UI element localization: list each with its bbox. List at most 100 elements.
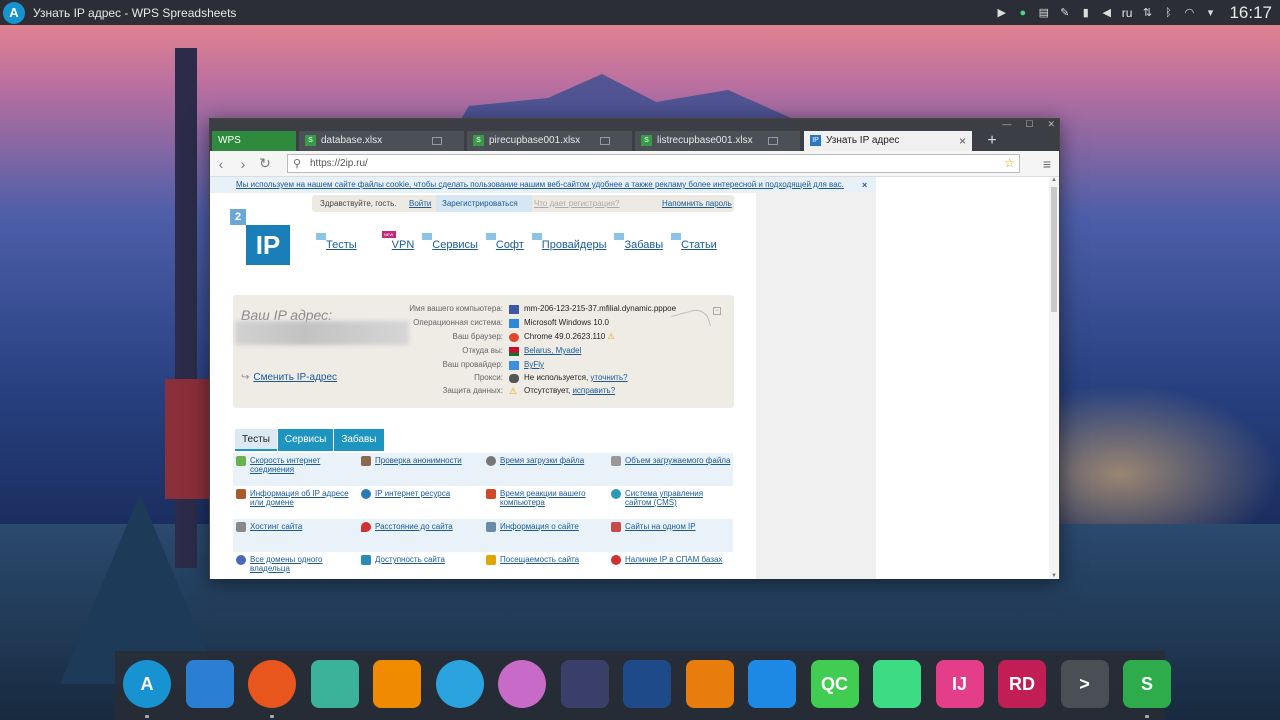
share-icon	[611, 522, 621, 532]
tool-download-time[interactable]: Время загрузки файла	[483, 453, 607, 485]
volume-icon[interactable]: ◀	[1101, 7, 1113, 19]
bookmark-star-icon[interactable]: ☆	[1004, 155, 1015, 172]
maximize-icon[interactable]: ☐	[1025, 119, 1033, 131]
vlc-icon[interactable]	[373, 660, 421, 708]
why-register-link[interactable]: Что дает регистрация?	[534, 195, 619, 212]
vscode-icon[interactable]	[748, 660, 796, 708]
tab-database[interactable]: S database.xlsx	[299, 131, 464, 151]
server-icon	[236, 522, 246, 532]
tool-site-info[interactable]: Информация о сайте	[483, 519, 607, 551]
info-row-os: Операционная система: Microsoft Windows …	[413, 318, 609, 328]
android-studio-icon[interactable]	[873, 660, 921, 708]
logo-big: IP	[246, 225, 290, 265]
monitor-icon	[600, 137, 610, 145]
tool-file-size[interactable]: Объем загружаемого файла	[608, 453, 732, 485]
address-bar[interactable]: ⚲ https://2ip.ru/ ☆	[287, 154, 1020, 173]
forward-icon[interactable]: ›	[232, 156, 254, 172]
nav-icon	[531, 233, 542, 240]
media-player-icon[interactable]: ▶	[996, 7, 1008, 19]
audio-icon[interactable]	[623, 660, 671, 708]
tool-hosting[interactable]: Хостинг сайта	[233, 519, 357, 551]
tab-2ip[interactable]: IP Узнать IP адрес ×	[804, 131, 972, 151]
tool-cms[interactable]: Система управления сайтом (CMS)	[608, 486, 732, 518]
scrollbar[interactable]: ▲ ▼	[1049, 177, 1059, 579]
tab-listrecupbase[interactable]: S listrecupbase001.xlsx	[635, 131, 800, 151]
clipboard-icon[interactable]: ▤	[1038, 7, 1050, 19]
clock[interactable]: 16:17	[1229, 3, 1272, 23]
tool-traffic[interactable]: Посещаемость сайта	[483, 552, 607, 579]
tab-services[interactable]: Сервисы	[277, 429, 334, 451]
scroll-thumb[interactable]	[1051, 187, 1057, 312]
tool-anonymity[interactable]: Проверка анонимности	[358, 453, 482, 485]
intellij-icon[interactable]: IJ	[935, 660, 984, 708]
login-link[interactable]: Войти	[409, 195, 431, 212]
arch-linux-icon[interactable]: A	[123, 660, 171, 708]
tab-wps-app[interactable]: WPS Spreadsheets	[212, 131, 296, 166]
fix-link[interactable]: исправить?	[572, 386, 615, 395]
reload-icon[interactable]: ↻	[254, 155, 276, 172]
notes-icon[interactable]: ✎	[1059, 7, 1071, 19]
qtcreator-icon[interactable]: QC	[810, 660, 859, 708]
tool-reaction-time[interactable]: Время реакции вашего компьютера	[483, 486, 607, 518]
nav-articles[interactable]: Статьи	[671, 233, 717, 255]
nav-fun[interactable]: Забавы	[614, 233, 663, 255]
ip-info-icon	[236, 489, 246, 499]
kdenlive-icon[interactable]	[560, 660, 609, 708]
close-window-icon[interactable]: ✕	[1047, 119, 1055, 131]
firefox-icon[interactable]	[248, 660, 296, 708]
battery-icon[interactable]: ▮	[1080, 7, 1092, 19]
blender-icon[interactable]	[685, 660, 734, 708]
globe-icon	[361, 489, 371, 499]
star-icon	[486, 555, 496, 565]
app-launcher-icon[interactable]: A	[3, 1, 25, 24]
minimize-icon[interactable]: —	[1002, 119, 1011, 131]
keyboard-layout[interactable]: ru	[1122, 6, 1133, 20]
nav-soft[interactable]: Софт	[485, 233, 524, 255]
network-icon[interactable]: ⇅	[1141, 7, 1153, 19]
cassette-icon[interactable]	[310, 660, 359, 708]
nav-providers[interactable]: Провайдеры	[531, 233, 606, 255]
bluetooth-icon[interactable]: ᛒ	[1162, 7, 1174, 19]
tool-same-ip[interactable]: Сайты на одном IP	[608, 519, 732, 551]
tab-fun[interactable]: Забавы	[334, 429, 384, 451]
scroll-down-icon[interactable]: ▼	[1049, 573, 1059, 579]
tool-resource-ip[interactable]: IP интернет ресурса	[358, 486, 482, 518]
sidebar-area	[756, 193, 876, 579]
cookie-close-button[interactable]: ×	[862, 177, 867, 193]
tool-availability[interactable]: Доступность сайта	[358, 552, 482, 579]
anonymity-icon	[361, 456, 371, 466]
tool-spam-check[interactable]: Наличие IP в СПАМ базах	[608, 552, 732, 579]
close-icon[interactable]: ×	[959, 131, 966, 151]
tool-speed-test[interactable]: Скорость интернет соединения	[233, 453, 357, 485]
paint-icon[interactable]	[498, 660, 546, 708]
tab-pirecupbase[interactable]: S pirecupbase001.xlsx	[467, 131, 632, 151]
tool-distance[interactable]: Расстояние до сайта	[358, 519, 482, 551]
nav-services[interactable]: Сервисы	[422, 233, 478, 255]
remind-password-link[interactable]: Напомнить пароль	[662, 195, 732, 212]
tray-expand-icon[interactable]: ▾	[1204, 7, 1216, 19]
change-ip-link[interactable]: ↪ Сменить IP-адрес	[241, 372, 337, 383]
new-tab-button[interactable]: +	[982, 131, 1002, 151]
nav-vpn[interactable]: NEW VPN	[381, 231, 414, 255]
menu-icon[interactable]: ≡	[1043, 156, 1051, 172]
tool-owner-domains[interactable]: Все домены одного владельца	[233, 552, 357, 579]
tool-ip-info[interactable]: Информация об IP адресе или домене	[233, 486, 357, 518]
tab-tests[interactable]: Тесты	[235, 429, 277, 451]
cookie-notice[interactable]: Мы используем на нашем сайте файлы cooki…	[210, 177, 876, 193]
new-badge: NEW	[381, 231, 396, 238]
telegram-icon[interactable]	[435, 660, 484, 708]
ip-info-panel: Ваш IP адрес: ↪ Сменить IP-адрес − Имя ва…	[233, 295, 734, 408]
speed-icon	[236, 456, 246, 466]
android-icon[interactable]: ●	[1017, 7, 1029, 19]
terminal-icon[interactable]: >	[1060, 660, 1109, 708]
back-icon[interactable]: ‹	[210, 156, 232, 172]
wifi-icon[interactable]: ◠	[1183, 7, 1195, 19]
site-logo[interactable]: 2 IP	[230, 209, 291, 265]
rider-icon[interactable]: RD	[998, 660, 1046, 708]
nav-tests[interactable]: Тесты	[316, 233, 357, 255]
scroll-up-icon[interactable]: ▲	[1049, 177, 1059, 183]
register-link[interactable]: Зарегистрироваться	[436, 195, 532, 212]
file-manager-icon[interactable]	[185, 660, 234, 708]
clarify-link[interactable]: уточнить?	[590, 373, 627, 382]
wps-spreadsheets-icon[interactable]: S	[1123, 660, 1171, 708]
